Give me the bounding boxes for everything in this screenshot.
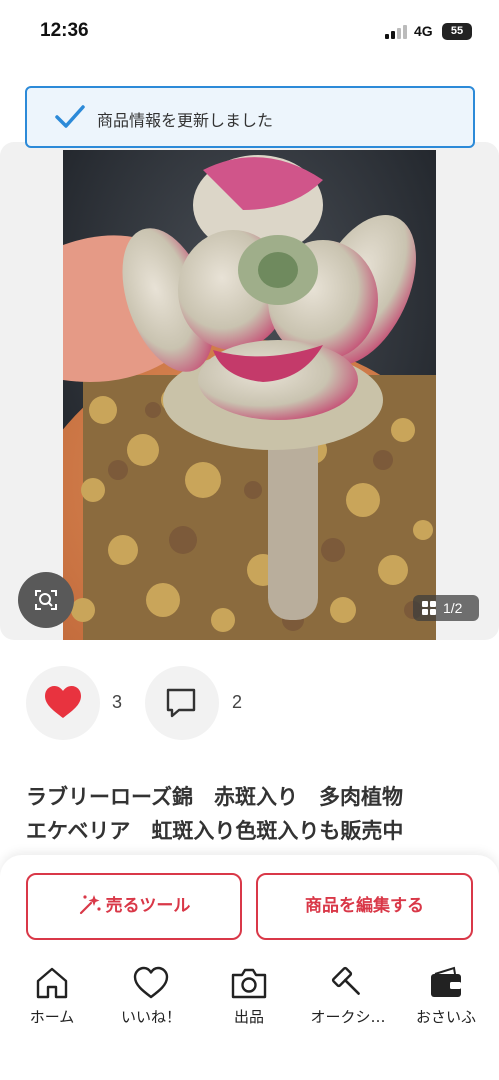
sparkle-wand-icon bbox=[79, 895, 101, 915]
tab-likes[interactable]: いいね！ bbox=[101, 966, 201, 1036]
product-title-line-1: ラブリーローズ錦 赤斑入り 多肉植物 bbox=[26, 785, 403, 809]
sell-tool-label: 売るツール bbox=[105, 896, 191, 916]
network-type: 4G bbox=[414, 23, 433, 39]
check-icon bbox=[55, 105, 85, 128]
toast-message: 商品情報を更新しました bbox=[97, 111, 274, 130]
tab-home-label: ホーム bbox=[29, 1008, 75, 1026]
grid-icon bbox=[422, 601, 436, 615]
product-image-carousel[interactable]: 1/2 bbox=[0, 142, 499, 640]
product-photo bbox=[63, 150, 436, 640]
home-icon bbox=[36, 967, 68, 999]
tab-auction-label: オークシ… bbox=[310, 1008, 386, 1026]
status-bar: 12:36 4G 55 bbox=[0, 0, 499, 62]
like-button[interactable] bbox=[26, 666, 100, 740]
heart-icon bbox=[133, 966, 169, 999]
tab-likes-label: いいね！ bbox=[120, 1008, 181, 1026]
tab-listing[interactable]: 出品 bbox=[199, 966, 299, 1036]
update-success-toast: 商品情報を更新しました bbox=[25, 86, 475, 148]
tab-listing-label: 出品 bbox=[233, 1008, 264, 1026]
edit-product-label: 商品を編集する bbox=[305, 896, 424, 916]
tab-wallet[interactable]: おさいふ bbox=[396, 966, 496, 1036]
like-count: 3 bbox=[112, 692, 123, 712]
page-indicator-text: 1/2 bbox=[443, 600, 463, 616]
zoom-image-button[interactable] bbox=[18, 572, 74, 628]
image-page-indicator[interactable]: 1/2 bbox=[413, 595, 479, 621]
product-title-line-2: エケベリア 虹斑入り色斑入りも販売中 bbox=[26, 819, 404, 843]
tab-home[interactable]: ホーム bbox=[2, 966, 102, 1036]
edit-product-button[interactable]: 商品を編集する bbox=[256, 873, 473, 940]
status-time: 12:36 bbox=[40, 20, 89, 41]
tab-auction[interactable]: オークシ… bbox=[298, 966, 398, 1036]
comment-button[interactable] bbox=[145, 666, 219, 740]
camera-icon bbox=[231, 968, 267, 999]
comment-icon bbox=[166, 688, 196, 718]
wallet-icon bbox=[431, 966, 461, 997]
auction-hammer-icon bbox=[331, 966, 360, 995]
zoom-scan-icon bbox=[35, 590, 57, 610]
battery-icon: 55 bbox=[442, 23, 472, 40]
signal-icon bbox=[385, 25, 409, 39]
heart-filled-icon bbox=[45, 686, 81, 718]
product-title: ラブリーローズ錦 赤斑入り 多肉植物 エケベリア 虹斑入り色斑入りも販売中 bbox=[26, 780, 486, 848]
comment-count: 2 bbox=[232, 692, 243, 712]
tab-wallet-label: おさいふ bbox=[415, 1008, 476, 1026]
sell-tool-button[interactable]: 売るツール bbox=[26, 873, 242, 940]
